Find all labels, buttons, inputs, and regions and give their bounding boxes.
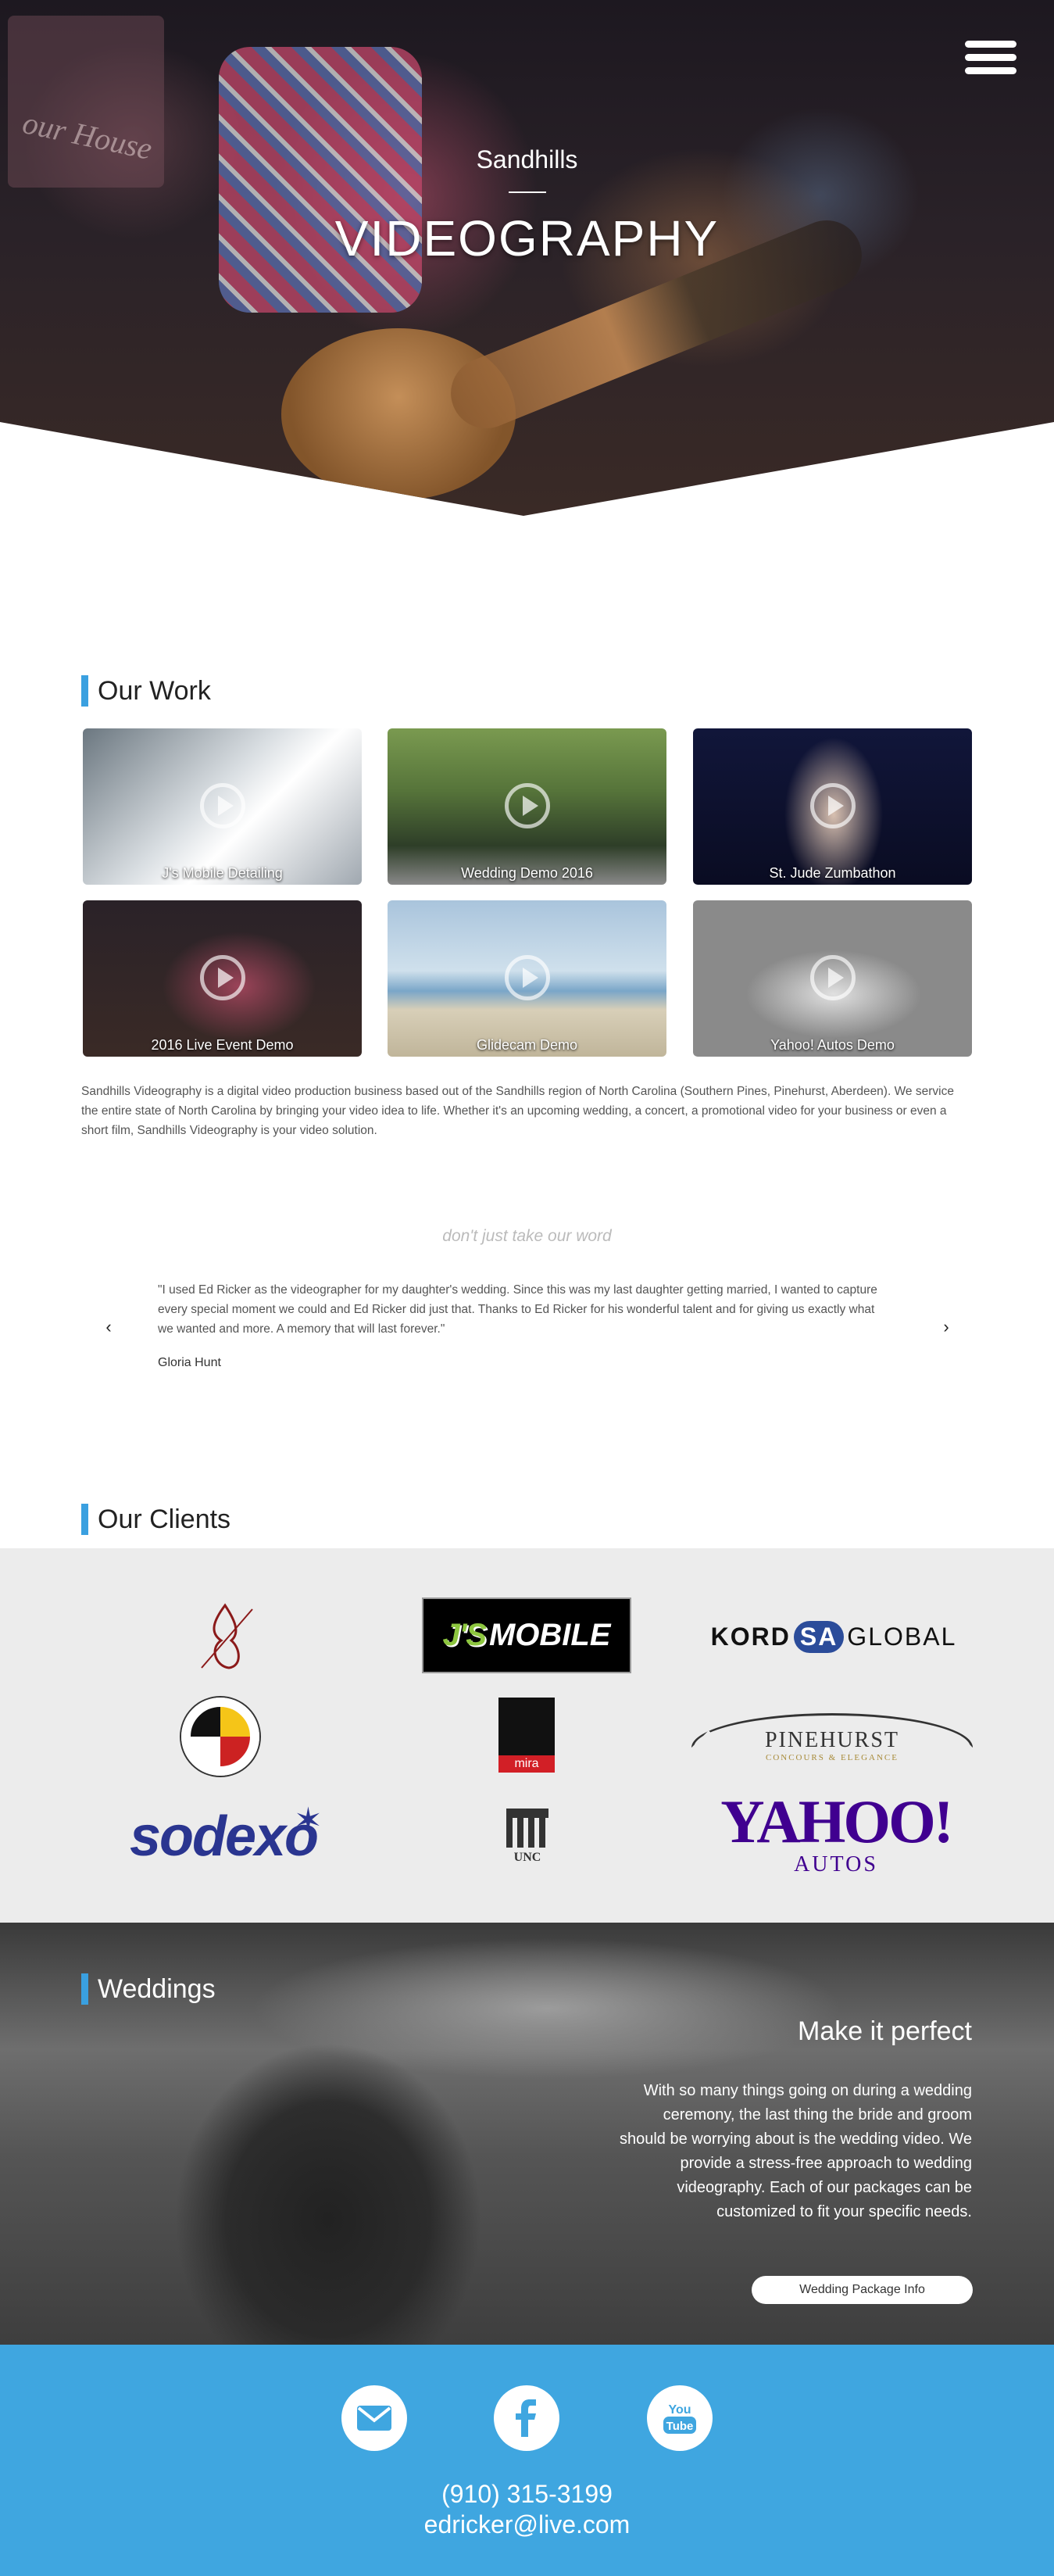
chevron-left-icon[interactable]: ‹ bbox=[97, 1315, 120, 1339]
car-outline bbox=[691, 1713, 973, 1748]
kordsa-global-logo[interactable]: KORD SA GLOBAL bbox=[695, 1613, 972, 1660]
unc-pembroke-logo[interactable]: UNC bbox=[500, 1798, 555, 1876]
logo-text: J'S bbox=[442, 1618, 487, 1652]
video-caption: Wedding Demo 2016 bbox=[461, 865, 593, 881]
weddings-subheading: Make it perfect bbox=[798, 2016, 972, 2046]
logo-subtext: AUTOS bbox=[794, 1852, 878, 1877]
our-work-heading: Our Work bbox=[81, 675, 211, 707]
video-caption: Yahoo! Autos Demo bbox=[770, 1037, 895, 1053]
contact-phone[interactable]: (910) 315-3199 bbox=[0, 2480, 1054, 2509]
play-icon[interactable] bbox=[200, 955, 245, 1000]
footer bbox=[0, 2345, 1054, 2576]
logo-text: sodexo bbox=[129, 1805, 319, 1868]
play-icon[interactable] bbox=[810, 955, 856, 1000]
svg-text:You: You bbox=[668, 2403, 691, 2417]
testimonial-quote: "I used Ed Ricker as the videographer fo… bbox=[158, 1283, 877, 1336]
video-thumbnail[interactable]: J's Mobile Detailing bbox=[83, 728, 362, 885]
sodexo-logo[interactable]: sodexo ✶ bbox=[106, 1798, 341, 1876]
svg-text:Tube: Tube bbox=[666, 2420, 694, 2433]
logo-text: KORD bbox=[710, 1622, 791, 1651]
logo-text: SA bbox=[793, 1620, 845, 1653]
wedding-package-button[interactable]: Wedding Package Info bbox=[752, 2276, 973, 2304]
logo-text: GLOBAL bbox=[847, 1622, 957, 1651]
youtube-icon[interactable]: You Tube bbox=[647, 2385, 713, 2451]
logo-text: mira bbox=[498, 1755, 555, 1773]
hero-subtitle: Sandhills bbox=[476, 145, 578, 174]
video-caption: J's Mobile Detailing bbox=[162, 865, 283, 881]
video-caption: Glidecam Demo bbox=[476, 1037, 578, 1053]
testimonial-tagline: don't just take our word bbox=[442, 1227, 612, 1245]
hero-title: VIDEOGRAPHY bbox=[334, 210, 720, 267]
video-thumbnail[interactable]: 2016 Live Event Demo bbox=[83, 900, 362, 1057]
yahoo-autos-logo[interactable]: YAHOO! AUTOS bbox=[711, 1791, 961, 1877]
video-thumbnail[interactable]: Yahoo! Autos Demo bbox=[693, 900, 972, 1057]
performer-image bbox=[219, 47, 422, 313]
play-icon[interactable] bbox=[505, 955, 550, 1000]
logo-text: UNC bbox=[513, 1851, 541, 1864]
video-thumbnail[interactable]: Glidecam Demo bbox=[388, 900, 666, 1057]
contact-email[interactable]: edricker@live.com bbox=[0, 2510, 1054, 2539]
video-thumbnail[interactable]: St. Jude Zumbathon bbox=[693, 728, 972, 885]
play-icon[interactable] bbox=[200, 783, 245, 828]
logo-subtext: CONCOURS & ELEGANCE bbox=[765, 1753, 899, 1762]
video-caption: St. Jude Zumbathon bbox=[769, 865, 896, 881]
video-thumbnail[interactable]: Wedding Demo 2016 bbox=[388, 728, 666, 885]
about-paragraph: Sandhills Videography is a digital video… bbox=[81, 1085, 954, 1137]
pinehurst-concours-logo[interactable]: PINEHURST CONCOURS & ELEGANCE bbox=[691, 1710, 973, 1766]
mira-logo[interactable]: mira bbox=[498, 1698, 555, 1773]
logo-text: YAHOO! bbox=[720, 1787, 953, 1855]
page: our House Sandhills VIDEOGRAPHY Our Work… bbox=[0, 0, 1054, 2576]
star-icon: ✶ bbox=[294, 1801, 323, 1840]
lumbee-tribe-logo[interactable] bbox=[181, 1698, 259, 1776]
menu-hamburger-icon[interactable] bbox=[965, 41, 1016, 78]
violin-client-logo[interactable] bbox=[178, 1594, 272, 1679]
js-mobile-detailing-logo[interactable]: J'S MOBILE bbox=[422, 1597, 631, 1673]
video-caption: 2016 Live Event Demo bbox=[151, 1037, 294, 1053]
testimonial-author: Gloria Hunt bbox=[158, 1356, 221, 1369]
building-icon bbox=[506, 1809, 548, 1848]
our-clients-heading: Our Clients bbox=[81, 1504, 230, 1535]
chevron-right-icon[interactable]: › bbox=[934, 1315, 958, 1339]
weddings-heading: Weddings bbox=[81, 1973, 216, 2005]
hero-divider bbox=[509, 191, 546, 193]
envelope-icon[interactable] bbox=[341, 2385, 407, 2451]
facebook-icon[interactable] bbox=[494, 2385, 559, 2451]
logo-text: MOBILE bbox=[488, 1618, 611, 1652]
weddings-description: With so many things going on during a we… bbox=[619, 2082, 972, 2220]
play-icon[interactable] bbox=[505, 783, 550, 828]
play-icon[interactable] bbox=[810, 783, 856, 828]
